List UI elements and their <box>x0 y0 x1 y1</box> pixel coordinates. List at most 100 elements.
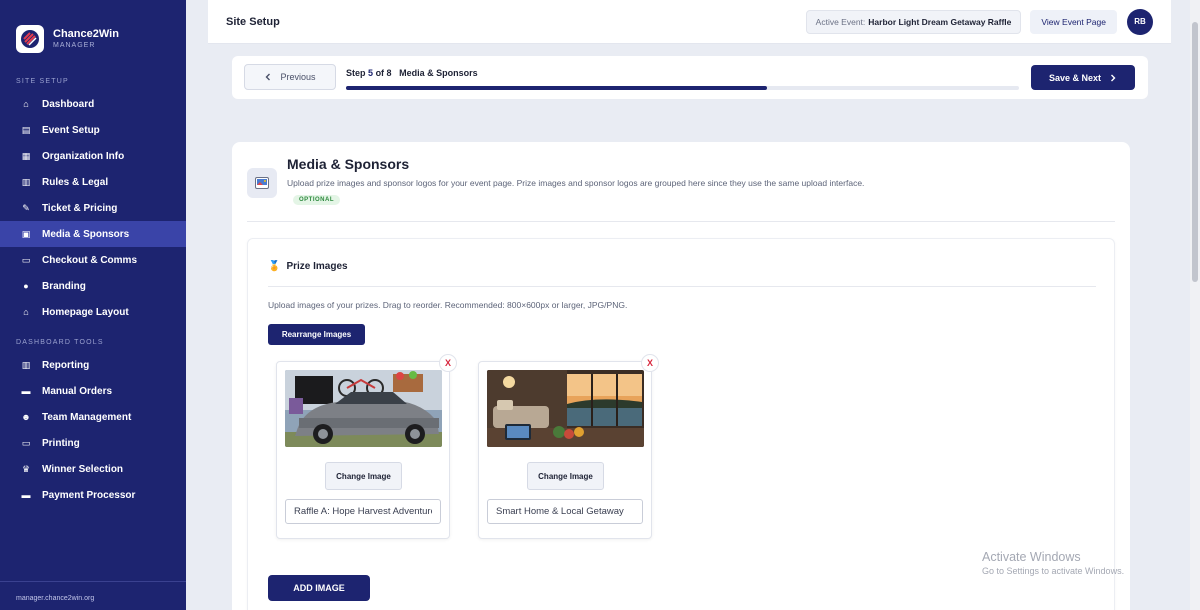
windows-activation-watermark: Activate Windows Go to Settings to activ… <box>982 550 1124 576</box>
prize-image-car-thumbnail <box>285 370 442 447</box>
scroll-icon: ▥ <box>21 176 31 187</box>
step-prefix: Step <box>346 68 366 78</box>
sidebar-item-checkout-comms[interactable]: ▭ Checkout & Comms <box>0 247 186 273</box>
sidebar-item-rules-legal[interactable]: ▥ Rules & Legal <box>0 169 186 195</box>
sidebar-section-dashboard-tools: DASHBOARD TOOLS <box>16 339 104 346</box>
sidebar-footer-domain: manager.chance2win.org <box>0 581 186 610</box>
view-event-page-button[interactable]: View Event Page <box>1030 9 1117 34</box>
building-icon: ▦ <box>21 150 31 161</box>
active-event-name: Harbor Light Dream Getaway Raffle <box>868 16 1012 27</box>
card-icon: ▬ <box>21 490 31 500</box>
brand-name: Chance2Win <box>53 27 119 40</box>
scrollbar-thumb[interactable] <box>1192 22 1198 282</box>
prize-caption-input[interactable] <box>487 499 643 524</box>
previous-button-label: Previous <box>280 72 316 82</box>
sidebar-item-reporting[interactable]: ▥ Reporting <box>0 352 186 378</box>
printer-icon: ▭ <box>21 437 31 448</box>
sidebar-item-team-management[interactable]: ☻ Team Management <box>0 404 186 430</box>
section-title: Media & Sponsors <box>287 156 410 172</box>
sidebar-section-site-setup: SITE SETUP <box>16 78 69 85</box>
save-and-next-button[interactable]: Save & Next <box>1031 65 1135 90</box>
media-sponsors-card: Media & Sponsors Upload prize images and… <box>232 142 1130 610</box>
sidebar-item-ticket-pricing[interactable]: ✎ Ticket & Pricing <box>0 195 186 221</box>
sidebar-item-label: Dashboard <box>42 98 95 110</box>
sidebar-item-media-sponsors[interactable]: ▣ Media & Sponsors <box>0 221 186 247</box>
sidebar-item-event-setup[interactable]: ▤ Event Setup <box>0 117 186 143</box>
progress-track <box>346 86 1019 90</box>
user-avatar[interactable]: RB <box>1127 8 1153 35</box>
optional-badge: OPTIONAL <box>293 195 340 205</box>
sidebar-item-organization-info[interactable]: ▦ Organization Info <box>0 143 186 169</box>
watermark-subtitle: Go to Settings to activate Windows. <box>982 566 1125 576</box>
active-event-label: Active Event: <box>815 16 866 27</box>
chevron-left-icon <box>265 73 271 81</box>
team-icon: ☻ <box>21 412 31 422</box>
sidebar-item-printing[interactable]: ▭ Printing <box>0 430 186 456</box>
top-bar: Site Setup Active Event: Harbor Light Dr… <box>208 0 1171 44</box>
cart-icon: ▭ <box>21 254 31 265</box>
change-image-button[interactable]: Change Image <box>325 462 402 490</box>
sidebar-item-label: Reporting <box>42 359 90 371</box>
sidebar-item-label: Team Management <box>42 411 132 423</box>
prize-image-getaway-thumbnail <box>487 370 644 447</box>
trophy-icon: ♛ <box>21 463 31 474</box>
page-scrollbar[interactable] <box>1190 0 1200 610</box>
sidebar-item-dashboard[interactable]: ⌂ Dashboard <box>0 91 186 117</box>
sidebar-item-homepage-layout[interactable]: ⌂ Homepage Layout <box>0 299 186 325</box>
sidebar-item-label: Media & Sponsors <box>42 228 130 240</box>
prize-images-description: Upload images of your prizes. Drag to re… <box>268 300 628 310</box>
active-event-indicator: Active Event: Harbor Light Dream Getaway… <box>805 9 1022 34</box>
prize-images-header: 🏅 Prize Images <box>268 261 1096 287</box>
home-icon: ⌂ <box>23 99 29 109</box>
sidebar-item-payment-processor[interactable]: ▬ Payment Processor <box>0 482 186 508</box>
step-total: of 8 <box>375 68 392 78</box>
sidebar-item-label: Branding <box>42 280 86 292</box>
sidebar-item-label: Payment Processor <box>42 489 136 501</box>
layout-icon: ⌂ <box>23 307 29 317</box>
sidebar-item-label: Winner Selection <box>42 463 124 475</box>
prize-caption-input[interactable] <box>285 499 441 524</box>
step-progress-bar: Previous Step 5 of 8 Media & Sponsors Sa… <box>232 56 1148 99</box>
remove-image-button[interactable]: X <box>641 354 659 372</box>
sidebar-item-manual-orders[interactable]: ▬ Manual Orders <box>0 378 186 404</box>
remove-image-button[interactable]: X <box>439 354 457 372</box>
brand-subtitle: MANAGER <box>53 41 96 49</box>
pen-icon: ▬ <box>21 386 31 396</box>
page-title: Site Setup <box>226 15 280 28</box>
brand-logo-icon <box>16 24 44 53</box>
sidebar-item-label: Printing <box>42 437 80 449</box>
step-name: Media & Sponsors <box>399 68 478 78</box>
sidebar-item-label: Ticket & Pricing <box>42 202 118 214</box>
rearrange-images-button[interactable]: Rearrange Images <box>268 324 365 345</box>
chevron-right-icon <box>1111 74 1116 81</box>
section-description: Upload prize images and sponsor logos fo… <box>287 178 865 188</box>
ticket-icon: ✎ <box>22 202 30 213</box>
sidebar-item-label: Organization Info <box>42 150 125 162</box>
sidebar-item-label: Homepage Layout <box>42 306 129 318</box>
sidebar: Chance2Win MANAGER SITE SETUP ⌂ Dashboard… <box>0 0 186 610</box>
prize-images-title: Prize Images <box>286 261 348 272</box>
image-gallery-icon <box>247 168 277 198</box>
chart-icon: ▥ <box>21 359 31 370</box>
clipboard-icon: ▤ <box>21 124 31 135</box>
change-image-button[interactable]: Change Image <box>527 462 604 490</box>
media-icon: ▣ <box>21 228 31 239</box>
prize-image-card[interactable]: X <box>276 354 457 539</box>
brand[interactable]: Chance2Win MANAGER <box>0 0 186 62</box>
sidebar-item-label: Checkout & Comms <box>42 254 138 266</box>
palette-icon: ● <box>23 281 29 291</box>
sidebar-item-label: Event Setup <box>42 124 100 136</box>
step-current: 5 <box>368 68 374 78</box>
previous-button[interactable]: Previous <box>244 64 336 90</box>
sidebar-item-winner-selection[interactable]: ♛ Winner Selection <box>0 456 186 482</box>
section-header: Media & Sponsors Upload prize images and… <box>247 156 1115 222</box>
sidebar-item-label: Rules & Legal <box>42 176 109 188</box>
sidebar-item-branding[interactable]: ● Branding <box>0 273 186 299</box>
sidebar-item-label: Manual Orders <box>42 385 113 397</box>
progress-fill <box>346 86 767 90</box>
save-and-next-label: Save & Next <box>1048 72 1102 83</box>
step-indicator: Step 5 of 8 Media & Sponsors <box>346 68 478 78</box>
prize-image-card[interactable]: X <box>478 354 659 539</box>
add-image-button[interactable]: ADD IMAGE <box>268 575 370 601</box>
medal-icon: 🏅 <box>268 261 281 272</box>
